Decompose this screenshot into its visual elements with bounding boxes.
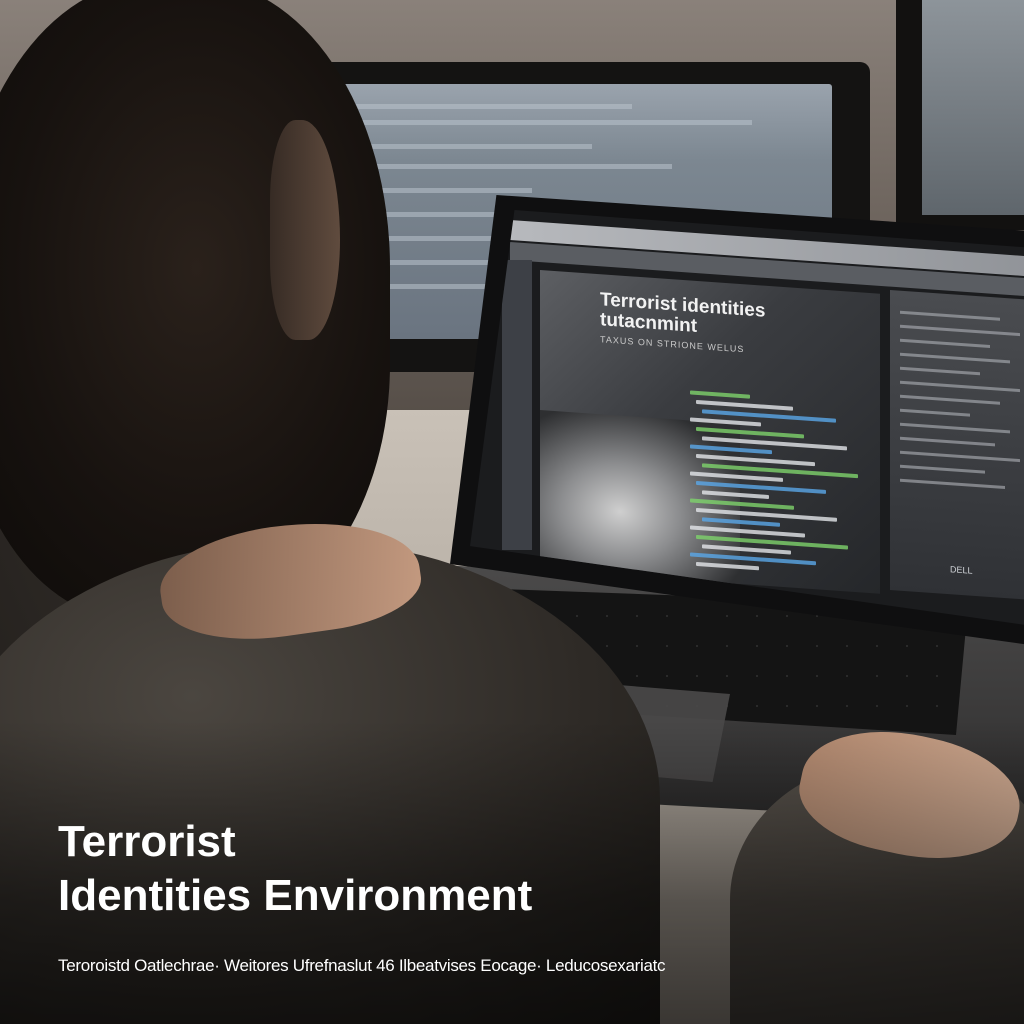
- code-line: [696, 561, 759, 571]
- panel-line: [900, 422, 1010, 434]
- panel-line: [900, 352, 1010, 364]
- code-line: [690, 390, 750, 399]
- code-line: [702, 517, 780, 527]
- right-monitor: [896, 0, 1024, 230]
- code-line: [690, 471, 783, 482]
- panel-line: [900, 478, 1005, 490]
- panel-line: [900, 338, 990, 348]
- panel-line: [900, 408, 970, 417]
- panel-line: [900, 450, 1020, 463]
- back-screen-line: [332, 164, 672, 169]
- code-line: [690, 417, 761, 427]
- photo-scene: Terrorist identities tutacnmint TAXUS ON…: [0, 0, 1024, 1024]
- document-panel: Terrorist identities tutacnmint TAXUS ON…: [540, 270, 880, 594]
- code-line: [690, 444, 772, 455]
- document-right-panel: DELL: [890, 290, 1024, 600]
- code-line: [702, 544, 791, 555]
- panel-line: [900, 436, 995, 447]
- panel-line: [900, 324, 1020, 337]
- panel-line: [900, 380, 1020, 393]
- panel-line: [900, 310, 1000, 321]
- caption-title: Terrorist Identities Environment: [58, 815, 532, 923]
- panel-line: [900, 394, 1000, 405]
- panel-line: [900, 464, 985, 474]
- back-screen-line: [332, 120, 752, 125]
- app-side-panel: [502, 260, 532, 550]
- panel-line: [900, 366, 980, 376]
- code-block: [690, 390, 870, 593]
- caption-title-line1: Terrorist: [58, 817, 236, 866]
- document-title: Terrorist identities tutacnmint: [600, 289, 765, 342]
- caption-subtitle: Teroroistd Oatlechrae· Weitores Ufrefnas…: [58, 956, 666, 975]
- code-line: [702, 490, 769, 500]
- back-screen-line: [332, 104, 632, 109]
- caption-title-line2: Identities Environment: [58, 871, 533, 920]
- right-monitor-screen: [922, 0, 1024, 215]
- brand-mark: DELL: [950, 564, 973, 576]
